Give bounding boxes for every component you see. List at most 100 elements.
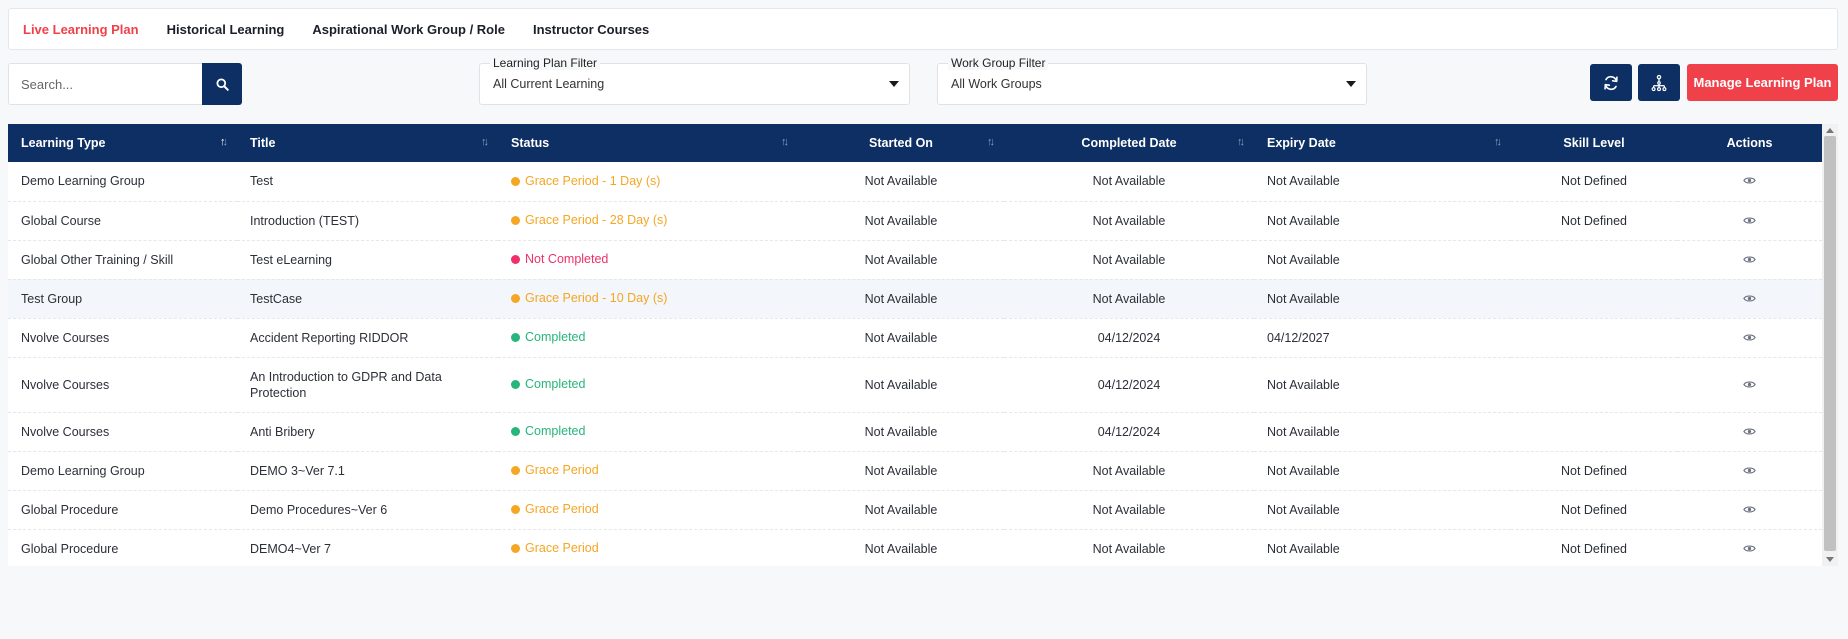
tab-bar: Live Learning Plan Historical Learning A…	[8, 8, 1838, 50]
status-dot-icon	[511, 332, 520, 342]
sort-icon[interactable]: ↑↓	[220, 136, 228, 148]
hierarchy-button[interactable]	[1638, 64, 1680, 101]
view-eye-icon[interactable]	[1743, 463, 1756, 479]
cell-status: Grace Period - 1 Day (s)	[498, 162, 798, 201]
scrollbar-thumb[interactable]	[1824, 136, 1836, 551]
cell-actions	[1677, 529, 1822, 566]
cell-skill-level	[1511, 318, 1677, 357]
sort-icon[interactable]: ↑↓	[1237, 136, 1245, 148]
cell-expiry-date: Not Available	[1267, 424, 1340, 439]
caret-down-icon	[889, 81, 899, 87]
manage-learning-plan-button[interactable]: Manage Learning Plan	[1687, 64, 1838, 101]
cell-expiry-date: Not Available	[1267, 541, 1340, 556]
cell-title: Accident Reporting RIDDOR	[250, 330, 409, 345]
sort-icon[interactable]: ↑↓	[781, 136, 789, 148]
column-header-title[interactable]: Title ↑↓	[237, 124, 498, 162]
cell-expiry-date: Not Available	[1267, 291, 1340, 306]
cell-started-on: Not Available	[864, 502, 938, 517]
cell-learning-type: Global Procedure	[21, 541, 119, 556]
cell-completed-date: Not Available	[1092, 174, 1166, 189]
work-group-filter[interactable]: Work Group Filter All Work Groups	[937, 56, 1367, 105]
sort-icon[interactable]: ↑↓	[481, 136, 489, 148]
view-eye-icon[interactable]	[1743, 173, 1756, 189]
view-eye-icon[interactable]	[1743, 213, 1756, 229]
cell-status: Not Completed	[498, 240, 798, 279]
cell-learning-type: Test Group	[21, 291, 83, 306]
cell-status: Completed	[498, 412, 798, 451]
sort-icon[interactable]: ↑↓	[987, 136, 995, 148]
search-input[interactable]	[8, 63, 202, 105]
status-text: Grace Period	[525, 541, 599, 556]
work-group-filter-label: Work Group Filter	[948, 56, 1049, 70]
status-dot-icon	[511, 504, 520, 514]
view-eye-icon[interactable]	[1743, 252, 1756, 268]
caret-down-icon	[1346, 81, 1356, 87]
status-text: Grace Period - 1 Day (s)	[525, 174, 661, 188]
cell-expiry-date: Not Available	[1267, 463, 1340, 478]
cell-completed-date: Not Available	[1092, 541, 1166, 556]
cell-learning-type: Demo Learning Group	[21, 463, 145, 478]
cell-completed-date: Not Available	[1092, 291, 1166, 306]
cell-actions	[1677, 357, 1822, 412]
cell-expiry-date: Not Available	[1267, 252, 1340, 267]
cell-started-on: Not Available	[864, 252, 938, 267]
table-row: Global Course Introduction (TEST) Grace Pe…	[8, 201, 1822, 240]
view-eye-icon[interactable]	[1743, 541, 1756, 557]
cell-actions	[1677, 279, 1822, 318]
table-row: Test Group TestCase Grace Period - 10 Day …	[8, 279, 1822, 318]
scroll-down-arrow-icon[interactable]	[1826, 557, 1834, 562]
tab-historical-learning[interactable]: Historical Learning	[167, 22, 285, 37]
search-icon	[215, 77, 229, 91]
view-eye-icon[interactable]	[1743, 424, 1756, 440]
cell-skill-level	[1511, 240, 1677, 279]
tab-live-learning-plan[interactable]: Live Learning Plan	[23, 22, 139, 37]
cell-started-on: Not Available	[864, 377, 938, 392]
cell-completed-date: 04/12/2024	[1097, 424, 1161, 439]
cell-title: Introduction (TEST)	[250, 213, 360, 228]
cell-title: Demo Procedures~Ver 6	[250, 502, 388, 517]
learning-plan-filter-label: Learning Plan Filter	[490, 56, 601, 70]
column-header-status[interactable]: Status ↑↓	[498, 124, 798, 162]
cell-title: TestCase	[250, 291, 303, 306]
learning-plan-filter[interactable]: Learning Plan Filter All Current Learnin…	[479, 56, 910, 105]
sort-icon[interactable]: ↑↓	[1494, 136, 1502, 148]
status-dot-icon	[511, 426, 520, 436]
cell-completed-date: Not Available	[1092, 463, 1166, 478]
vertical-scrollbar[interactable]	[1822, 124, 1838, 566]
search-button[interactable]	[202, 63, 242, 105]
cell-title: DEMO 3~Ver 7.1	[250, 463, 345, 478]
cell-actions	[1677, 162, 1822, 201]
scroll-up-arrow-icon[interactable]	[1826, 128, 1834, 133]
tab-instructor-courses[interactable]: Instructor Courses	[533, 22, 649, 37]
column-header-completed-date[interactable]: Completed Date ↑↓	[1004, 124, 1254, 162]
view-eye-icon[interactable]	[1743, 330, 1756, 346]
status-text: Completed	[525, 330, 586, 345]
cell-expiry-date: Not Available	[1267, 174, 1340, 189]
table-row: Global Procedure Demo Procedures~Ver 6 Gra…	[8, 490, 1822, 529]
view-eye-icon[interactable]	[1743, 291, 1756, 307]
cell-title: Test	[250, 174, 273, 189]
cell-skill-level: Not Defined	[1560, 174, 1627, 189]
refresh-button[interactable]	[1590, 64, 1632, 101]
view-eye-icon[interactable]	[1743, 377, 1756, 393]
table-row: Demo Learning Group DEMO 3~Ver 7.1 Grace P…	[8, 451, 1822, 490]
column-header-expiry-date[interactable]: Expiry Date ↑↓	[1254, 124, 1511, 162]
cell-learning-type: Global Course	[21, 213, 101, 228]
cell-started-on: Not Available	[864, 291, 938, 306]
status-dot-icon	[511, 176, 520, 186]
cell-status: Completed	[498, 318, 798, 357]
cell-expiry-date: 04/12/2027	[1267, 330, 1330, 345]
table-row: Nvolve Courses An Introduction to GDPR an…	[8, 357, 1822, 412]
refresh-icon	[1604, 75, 1618, 90]
cell-learning-type: Demo Learning Group	[21, 174, 145, 189]
table-row: Nvolve Courses Accident Reporting RIDDOR C…	[8, 318, 1822, 357]
tab-aspirational-work-group[interactable]: Aspirational Work Group / Role	[312, 22, 505, 37]
column-header-learning-type[interactable]: Learning Type ↑↓	[8, 124, 237, 162]
cell-learning-type: Nvolve Courses	[21, 377, 110, 392]
column-header-skill-level: Skill Level	[1563, 136, 1625, 150]
cell-skill-level	[1511, 357, 1677, 412]
column-header-started-on[interactable]: Started On ↑↓	[798, 124, 1004, 162]
cell-status: Grace Period	[498, 490, 798, 529]
view-eye-icon[interactable]	[1743, 502, 1756, 518]
cell-started-on: Not Available	[864, 213, 938, 228]
